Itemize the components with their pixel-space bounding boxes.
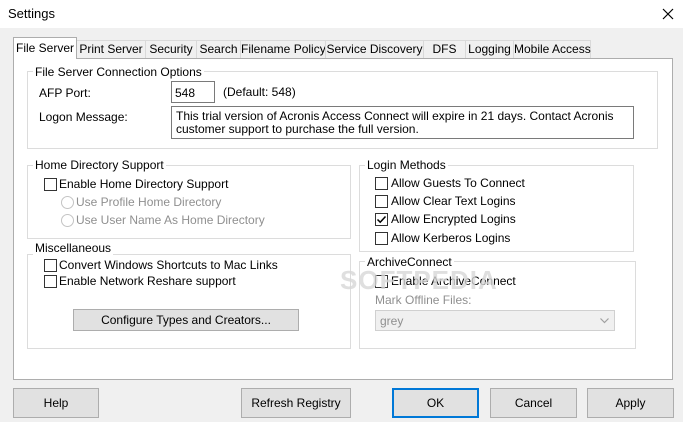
afp-port-default: (Default: 548) bbox=[223, 85, 296, 99]
use-username-home-radio[interactable] bbox=[61, 214, 74, 227]
checkmark-icon bbox=[376, 215, 387, 224]
allow-kerberos-checkbox[interactable] bbox=[375, 232, 388, 245]
refresh-registry-button[interactable]: Refresh Registry bbox=[241, 388, 351, 418]
use-username-home-label: Use User Name As Home Directory bbox=[76, 213, 265, 227]
afp-port-value: 548 bbox=[175, 86, 196, 100]
home-directory-label: Home Directory Support bbox=[33, 158, 166, 172]
miscellaneous-label: Miscellaneous bbox=[33, 241, 114, 255]
connection-options-label: File Server Connection Options bbox=[33, 65, 204, 79]
tab-panel: File Server Connection Options AFP Port:… bbox=[13, 58, 673, 380]
convert-shortcuts-checkbox[interactable] bbox=[44, 259, 57, 272]
close-icon bbox=[662, 8, 674, 20]
use-profile-home-radio[interactable] bbox=[61, 196, 74, 209]
mark-offline-select[interactable]: grey bbox=[375, 310, 615, 331]
cancel-button[interactable]: Cancel bbox=[490, 388, 577, 418]
network-reshare-label: Enable Network Reshare support bbox=[59, 274, 236, 288]
allow-encrypted-label: Allow Encrypted Logins bbox=[391, 212, 516, 226]
configure-types-button[interactable]: Configure Types and Creators... bbox=[73, 309, 299, 331]
tab-security[interactable]: Security bbox=[145, 40, 197, 58]
afp-port-input[interactable]: 548 bbox=[171, 81, 215, 103]
tab-dfs[interactable]: DFS bbox=[423, 40, 466, 58]
tab-mobile-access[interactable]: Mobile Access bbox=[513, 40, 591, 58]
mark-offline-label: Mark Offline Files: bbox=[375, 293, 472, 307]
chevron-down-icon bbox=[600, 318, 609, 324]
watermark-text: SOFTPEDIA bbox=[340, 265, 498, 295]
allow-encrypted-checkbox[interactable] bbox=[375, 213, 388, 226]
logon-message-text: This trial version of Acronis Access Con… bbox=[176, 109, 614, 136]
tab-logging[interactable]: Logging bbox=[465, 40, 514, 58]
tab-print-server[interactable]: Print Server bbox=[76, 40, 146, 58]
window-title: Settings bbox=[8, 6, 55, 21]
tab-search[interactable]: Search bbox=[196, 40, 241, 58]
tab-service-discovery[interactable]: Service Discovery bbox=[325, 40, 424, 58]
close-button[interactable] bbox=[654, 0, 682, 28]
allow-guests-checkbox[interactable] bbox=[375, 177, 388, 190]
mark-offline-value: grey bbox=[380, 314, 404, 328]
tab-file-server[interactable]: File Server bbox=[13, 37, 77, 59]
help-button[interactable]: Help bbox=[13, 388, 99, 418]
allow-clear-text-label: Allow Clear Text Logins bbox=[391, 194, 516, 208]
logon-message-input[interactable]: This trial version of Acronis Access Con… bbox=[171, 106, 634, 139]
use-profile-home-label: Use Profile Home Directory bbox=[76, 195, 222, 209]
allow-guests-label: Allow Guests To Connect bbox=[391, 176, 525, 190]
logon-message-label: Logon Message: bbox=[39, 110, 128, 124]
allow-clear-text-checkbox[interactable] bbox=[375, 195, 388, 208]
allow-kerberos-label: Allow Kerberos Logins bbox=[391, 231, 511, 245]
convert-shortcuts-label: Convert Windows Shortcuts to Mac Links bbox=[59, 258, 278, 272]
tab-filename-policy[interactable]: Filename Policy bbox=[240, 40, 326, 58]
ok-button[interactable]: OK bbox=[392, 388, 479, 418]
login-methods-label: Login Methods bbox=[365, 158, 448, 172]
title-bar bbox=[0, 0, 683, 28]
afp-port-label: AFP Port: bbox=[39, 86, 91, 100]
network-reshare-checkbox[interactable] bbox=[44, 275, 57, 288]
apply-button[interactable]: Apply bbox=[587, 388, 674, 418]
enable-home-directory-checkbox[interactable] bbox=[44, 178, 57, 191]
enable-home-directory-label: Enable Home Directory Support bbox=[59, 177, 229, 191]
